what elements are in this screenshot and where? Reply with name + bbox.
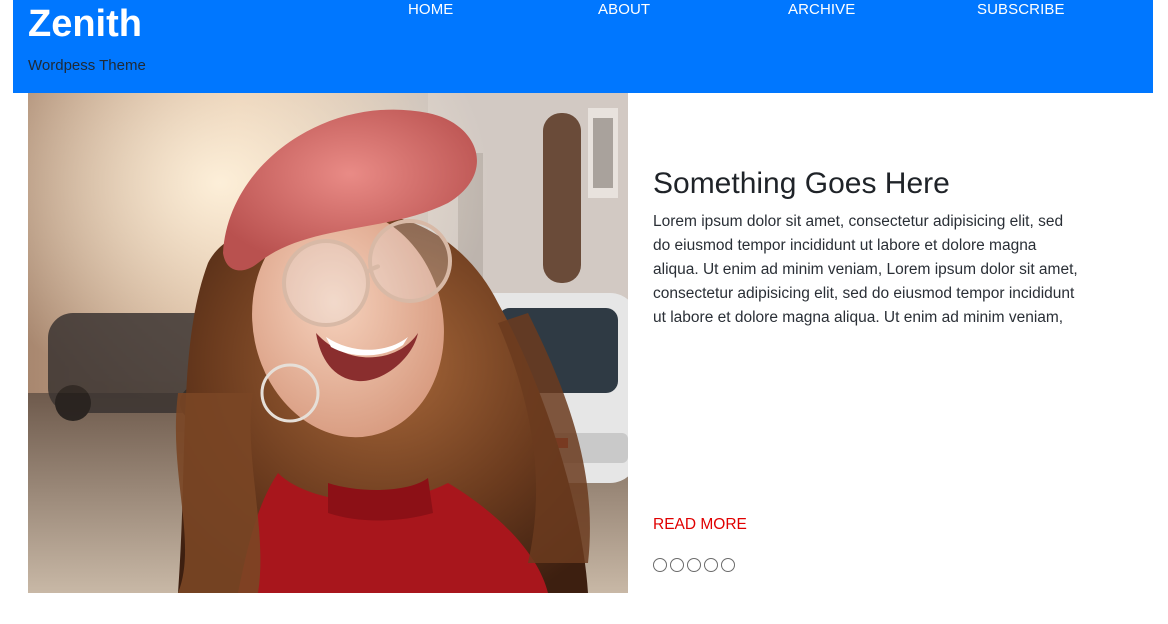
main-nav: HOME ABOUT ARCHIVE SUBSCRIBE (13, 0, 1153, 22)
nav-item-home[interactable]: HOME (408, 0, 453, 20)
slide-excerpt: Lorem ipsum dolor sit amet, consectetur … (653, 213, 1078, 326)
slider-dot[interactable] (687, 558, 701, 572)
nav-item-archive[interactable]: ARCHIVE (788, 0, 855, 20)
slide-image (28, 93, 628, 593)
slide-content: Something Goes Here Lorem ipsum dolor si… (653, 93, 1103, 593)
nav-item-about[interactable]: ABOUT (598, 0, 650, 20)
slider-dot[interactable] (721, 558, 735, 572)
slider-dots (653, 558, 735, 572)
slide-title[interactable]: Something Goes Here (653, 165, 950, 203)
read-more-link[interactable]: READ MORE (653, 515, 747, 535)
nav-item-subscribe[interactable]: SUBSCRIBE (977, 0, 1065, 20)
slider-dot[interactable] (704, 558, 718, 572)
slider-dot[interactable] (670, 558, 684, 572)
site-header: Zenith Wordpess Theme HOME ABOUT ARCHIVE… (13, 0, 1153, 93)
site-tagline: Wordpess Theme (28, 57, 146, 74)
slider-dot[interactable] (653, 558, 667, 572)
